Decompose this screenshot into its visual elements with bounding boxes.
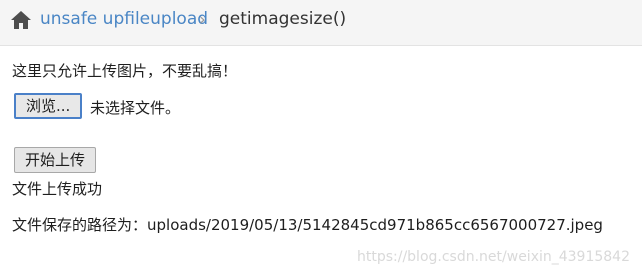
breadcrumb: unsafe upfileupload › getimagesize() <box>0 0 642 46</box>
breadcrumb-link-unsafe-upfileupload[interactable]: unsafe upfileupload <box>40 9 208 29</box>
saved-path-text: 文件保存的路径为：uploads/2019/05/13/5142845cd971… <box>12 216 603 234</box>
upload-notice: 这里只允许上传图片，不要乱搞！ <box>12 62 238 80</box>
home-icon[interactable] <box>10 10 32 30</box>
browse-file-button[interactable]: 浏览... <box>14 93 83 119</box>
chevron-right-icon: › <box>199 10 206 30</box>
file-status-text: 未选择文件。 <box>90 99 181 117</box>
main-content: 这里只允许上传图片，不要乱搞！ 浏览... 未选择文件。 开始上传 文件上传成功… <box>12 60 642 271</box>
upload-success-message: 文件上传成功 <box>12 180 103 198</box>
breadcrumb-current: getimagesize() <box>219 9 347 29</box>
watermark-text: https://blog.csdn.net/weixin_43915842 <box>356 249 630 265</box>
start-upload-button[interactable]: 开始上传 <box>14 147 97 173</box>
